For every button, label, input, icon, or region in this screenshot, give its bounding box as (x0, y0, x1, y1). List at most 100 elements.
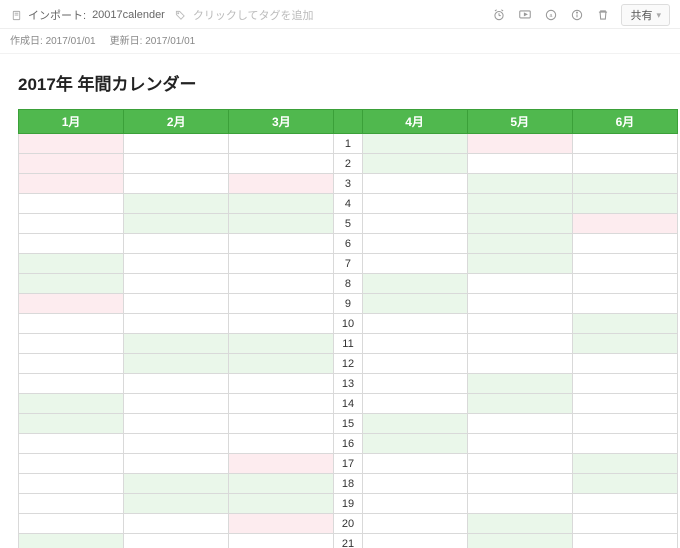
calendar-cell[interactable] (19, 494, 124, 514)
calendar-cell[interactable] (572, 234, 677, 254)
calendar-cell[interactable] (572, 254, 677, 274)
calendar-cell[interactable] (362, 434, 467, 454)
calendar-cell[interactable] (229, 514, 334, 534)
calendar-cell[interactable] (467, 454, 572, 474)
calendar-cell[interactable] (19, 394, 124, 414)
calendar-cell[interactable] (229, 454, 334, 474)
calendar-cell[interactable] (124, 514, 229, 534)
calendar-cell[interactable] (19, 374, 124, 394)
calendar-cell[interactable] (467, 474, 572, 494)
calendar-cell[interactable] (229, 334, 334, 354)
calendar-cell[interactable] (229, 274, 334, 294)
calendar-cell[interactable] (19, 154, 124, 174)
annotate-icon[interactable]: a (543, 7, 559, 23)
calendar-cell[interactable] (467, 494, 572, 514)
calendar-cell[interactable] (229, 434, 334, 454)
calendar-cell[interactable] (362, 454, 467, 474)
calendar-cell[interactable] (362, 174, 467, 194)
calendar-cell[interactable] (572, 374, 677, 394)
calendar-cell[interactable] (19, 174, 124, 194)
calendar-cell[interactable] (467, 374, 572, 394)
calendar-cell[interactable] (572, 294, 677, 314)
calendar-cell[interactable] (229, 494, 334, 514)
calendar-cell[interactable] (362, 334, 467, 354)
calendar-cell[interactable] (229, 174, 334, 194)
calendar-cell[interactable] (467, 314, 572, 334)
calendar-cell[interactable] (19, 134, 124, 154)
calendar-cell[interactable] (19, 314, 124, 334)
calendar-cell[interactable] (362, 194, 467, 214)
calendar-cell[interactable] (572, 134, 677, 154)
calendar-cell[interactable] (572, 514, 677, 534)
calendar-cell[interactable] (19, 274, 124, 294)
calendar-cell[interactable] (124, 254, 229, 274)
share-button[interactable]: 共有 ▾ (621, 4, 670, 26)
calendar-cell[interactable] (362, 294, 467, 314)
note-name[interactable]: 20017calender (92, 9, 165, 21)
calendar-cell[interactable] (229, 134, 334, 154)
calendar-cell[interactable] (467, 254, 572, 274)
calendar-cell[interactable] (572, 414, 677, 434)
calendar-cell[interactable] (572, 354, 677, 374)
calendar-cell[interactable] (229, 194, 334, 214)
calendar-cell[interactable] (229, 314, 334, 334)
calendar-cell[interactable] (124, 474, 229, 494)
calendar-cell[interactable] (467, 334, 572, 354)
calendar-cell[interactable] (362, 354, 467, 374)
calendar-cell[interactable] (467, 294, 572, 314)
calendar-cell[interactable] (124, 534, 229, 548)
calendar-cell[interactable] (362, 274, 467, 294)
calendar-cell[interactable] (362, 534, 467, 548)
calendar-cell[interactable] (362, 514, 467, 534)
calendar-cell[interactable] (572, 194, 677, 214)
calendar-cell[interactable] (467, 194, 572, 214)
calendar-cell[interactable] (124, 194, 229, 214)
calendar-cell[interactable] (124, 354, 229, 374)
calendar-cell[interactable] (19, 234, 124, 254)
calendar-cell[interactable] (467, 534, 572, 548)
calendar-cell[interactable] (124, 274, 229, 294)
calendar-cell[interactable] (362, 214, 467, 234)
calendar-cell[interactable] (467, 274, 572, 294)
calendar-cell[interactable] (19, 214, 124, 234)
tag-hint[interactable]: クリックしてタグを追加 (193, 7, 314, 23)
calendar-cell[interactable] (124, 174, 229, 194)
calendar-cell[interactable] (362, 154, 467, 174)
calendar-cell[interactable] (229, 214, 334, 234)
calendar-cell[interactable] (572, 454, 677, 474)
calendar-cell[interactable] (124, 214, 229, 234)
calendar-cell[interactable] (229, 294, 334, 314)
calendar-cell[interactable] (124, 234, 229, 254)
calendar-cell[interactable] (362, 394, 467, 414)
calendar-cell[interactable] (467, 234, 572, 254)
calendar-cell[interactable] (124, 334, 229, 354)
calendar-cell[interactable] (229, 474, 334, 494)
calendar-cell[interactable] (467, 214, 572, 234)
calendar-cell[interactable] (124, 414, 229, 434)
calendar-cell[interactable] (467, 354, 572, 374)
calendar-cell[interactable] (19, 534, 124, 548)
calendar-cell[interactable] (124, 454, 229, 474)
calendar-cell[interactable] (229, 154, 334, 174)
calendar-cell[interactable] (229, 534, 334, 548)
calendar-cell[interactable] (19, 254, 124, 274)
calendar-cell[interactable] (467, 154, 572, 174)
calendar-cell[interactable] (572, 314, 677, 334)
calendar-cell[interactable] (362, 234, 467, 254)
calendar-table[interactable]: 1月 2月 3月 4月 5月 6月 1234567891011121314151… (18, 109, 678, 548)
calendar-cell[interactable] (229, 374, 334, 394)
calendar-cell[interactable] (362, 494, 467, 514)
calendar-cell[interactable] (467, 434, 572, 454)
calendar-cell[interactable] (467, 514, 572, 534)
calendar-cell[interactable] (572, 434, 677, 454)
calendar-cell[interactable] (229, 254, 334, 274)
calendar-cell[interactable] (124, 314, 229, 334)
calendar-cell[interactable] (124, 154, 229, 174)
calendar-cell[interactable] (19, 354, 124, 374)
calendar-cell[interactable] (19, 434, 124, 454)
calendar-cell[interactable] (229, 394, 334, 414)
calendar-cell[interactable] (124, 294, 229, 314)
calendar-cell[interactable] (19, 474, 124, 494)
calendar-cell[interactable] (572, 494, 677, 514)
calendar-cell[interactable] (19, 194, 124, 214)
